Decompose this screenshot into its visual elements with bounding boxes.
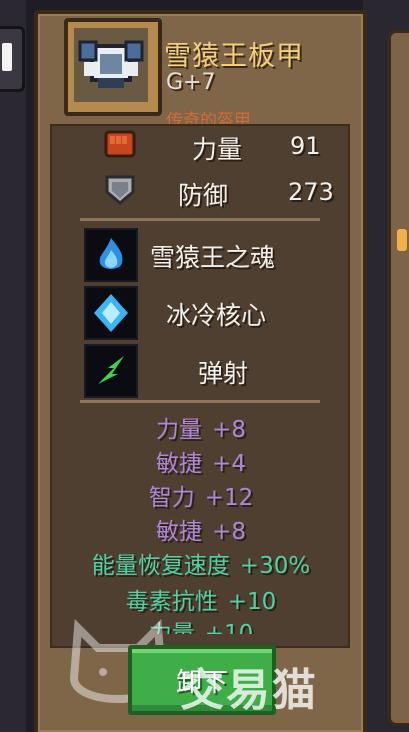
- bonus-label: 敏捷: [156, 451, 203, 477]
- bonus-value: +8: [212, 417, 246, 443]
- bonus-label: 能量恢复速度: [91, 553, 230, 579]
- bonus-value: +30%: [239, 553, 311, 579]
- stat-value: 91: [290, 132, 321, 160]
- item-name: 雪猿王板甲: [164, 41, 304, 72]
- bonus-value: +4: [212, 451, 246, 477]
- green-bolt-icon: [84, 344, 138, 398]
- bonus-value: +10: [227, 589, 277, 615]
- stat-label: 防御: [178, 181, 229, 210]
- skill-row: 雪猿王之魂: [80, 228, 320, 284]
- stat-row-defense: 防御 273: [54, 174, 334, 214]
- bonus-value: +10: [204, 621, 254, 634]
- watermark-text: 交易猫: [180, 665, 318, 716]
- item-grade: G+7: [166, 70, 216, 95]
- bonus-row: 敏捷 +8: [46, 512, 356, 546]
- skill-label: 弹射: [198, 359, 249, 388]
- right-panel-handle[interactable]: [397, 229, 407, 251]
- divider: [80, 400, 320, 403]
- bonus-row: 敏捷 +4: [46, 444, 356, 478]
- bonus-value: +12: [204, 485, 254, 511]
- ice-crystal-icon: [84, 286, 138, 340]
- armor-icon: [74, 28, 148, 102]
- skill-row: 弹射: [80, 344, 320, 400]
- bonus-row: 力量 +8: [46, 410, 356, 444]
- bonus-label: 智力: [148, 485, 195, 511]
- bonus-label: 毒素抗性: [125, 589, 218, 615]
- bonus-label: 力量: [148, 621, 195, 634]
- item-icon-frame: [64, 18, 162, 116]
- stat-row-strength: 力量 91: [54, 128, 324, 168]
- bonus-label: 敏捷: [156, 519, 203, 545]
- left-side-tab[interactable]: [0, 26, 25, 92]
- background-left: [0, 0, 26, 732]
- left-tab-icon: [2, 43, 12, 71]
- blue-flame-icon: [84, 228, 138, 282]
- skill-label: 雪猿王之魂: [150, 243, 276, 272]
- bonus-label: 力量: [156, 417, 203, 443]
- stat-label: 力量: [192, 135, 243, 164]
- shield-icon: [104, 174, 135, 206]
- bonus-row: 力量 +10: [46, 614, 356, 634]
- divider: [80, 218, 320, 221]
- game-screen: 雪猿王板甲 G+7 传奇的盔甲 力量 91 防御 273 雪猿王之魂 冰冷核心 …: [0, 0, 409, 732]
- stat-value: 273: [288, 178, 334, 206]
- bonus-value: +8: [212, 519, 246, 545]
- bonus-row: 毒素抗性 +10: [46, 582, 356, 616]
- bonus-row: 智力 +12: [46, 478, 356, 512]
- skill-row: 冰冷核心: [80, 286, 320, 342]
- skill-label: 冰冷核心: [166, 301, 267, 330]
- fist-icon: [104, 128, 136, 160]
- right-side-panel: [388, 30, 409, 726]
- bonus-row: 能量恢复速度 +30%: [46, 546, 356, 580]
